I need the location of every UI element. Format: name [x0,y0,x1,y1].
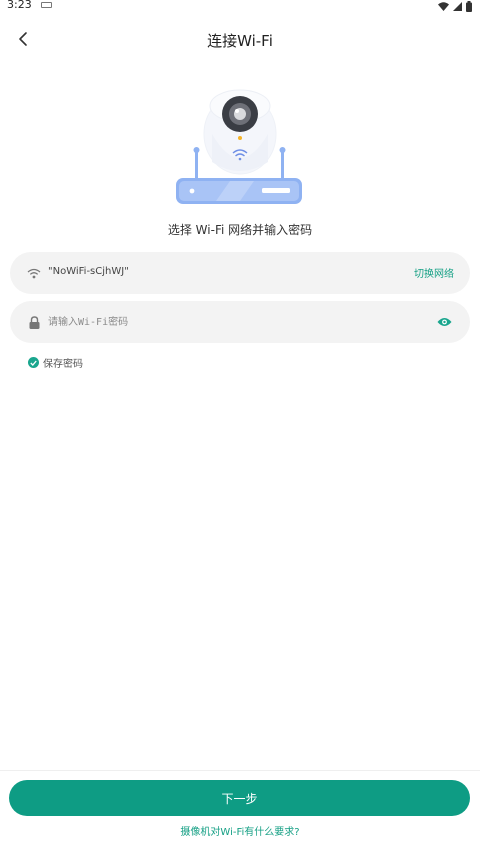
camera-router-illustration [170,82,310,212]
password-field [10,301,470,343]
password-input[interactable] [48,311,428,333]
header: 连接Wi-Fi [0,22,480,56]
divider [0,770,480,771]
eye-icon[interactable] [436,314,452,330]
save-password-label: 保存密码 [43,359,83,370]
save-password-checkbox[interactable]: 保存密码 [28,355,83,370]
status-icons [438,0,472,12]
network-field: "NoWiFi-sCjhWJ" 切换网络 [10,252,470,294]
network-ssid: "NoWiFi-sCjhWJ" [48,266,129,277]
switch-network-link[interactable]: 切换网络 [414,265,454,280]
page-title: 连接Wi-Fi [207,32,273,50]
battery-icon [466,0,472,12]
keyboard-icon [41,2,52,8]
status-bar: 3:23 [0,0,480,13]
lock-icon [26,314,42,330]
wifi-signal-icon [438,1,449,11]
next-button[interactable]: 下一步 [9,780,470,816]
check-icon [28,357,39,368]
instruction-text: 选择 Wi-Fi 网络并输入密码 [167,223,313,237]
wifi-requirements-link[interactable]: 摄像机对Wi-Fi有什么要求? [0,823,480,838]
cell-signal-icon [453,1,462,11]
status-time: 3:23 [7,0,32,11]
wifi-icon [26,265,42,281]
